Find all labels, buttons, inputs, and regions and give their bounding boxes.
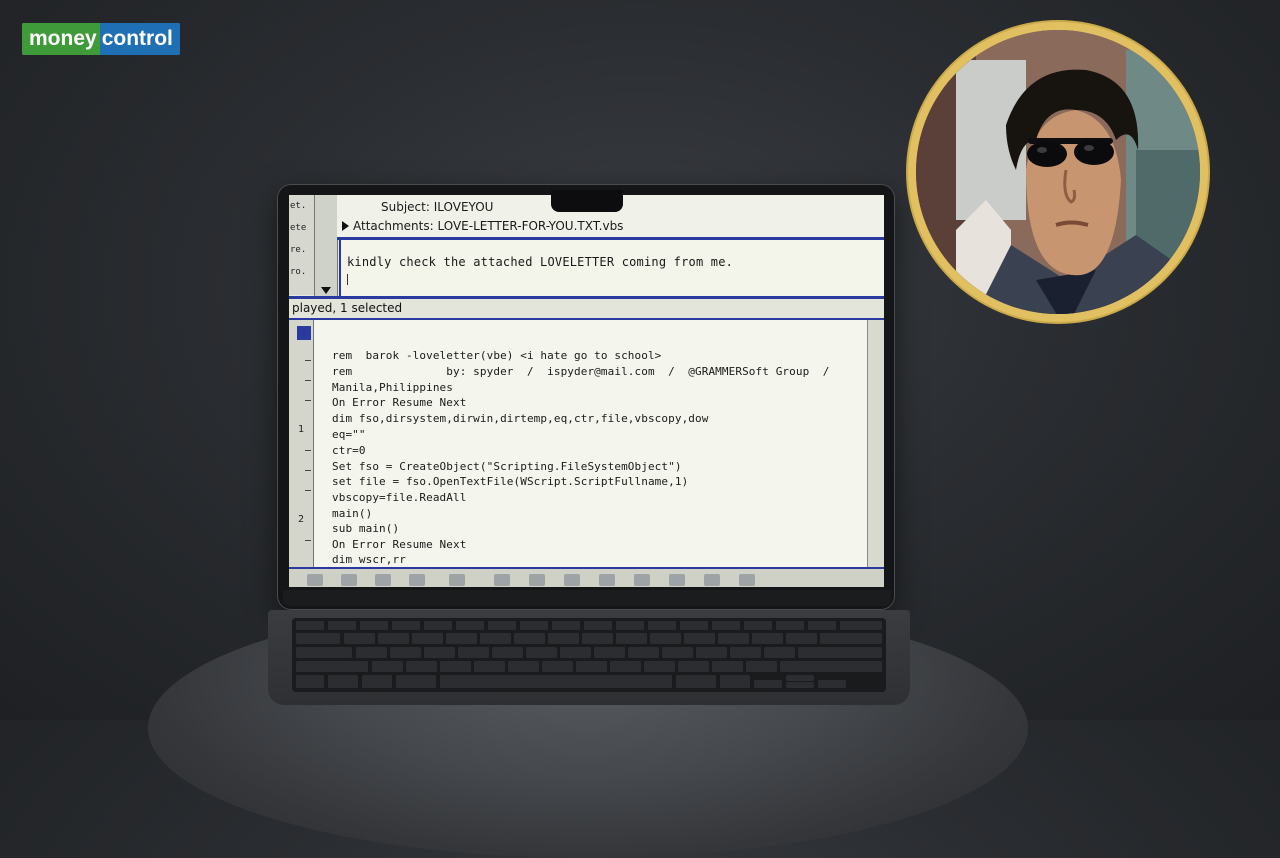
code-line: dim fso,dirsystem,dirwin,dirtemp,eq,ctr,… <box>332 412 709 425</box>
ruler-tick <box>305 490 311 491</box>
code-line: rem barok -loveletter(vbe) <i hate go to… <box>332 349 662 362</box>
ruler-tick <box>305 380 311 381</box>
scroll-down-arrow-icon[interactable] <box>321 287 331 294</box>
subject-label: Subject: <box>381 200 430 214</box>
message-list-strip: et. ete re. ro. <box>289 195 316 295</box>
email-body-text: kindly check the attached LOVELETTER com… <box>347 255 734 269</box>
subject-value: ILOVEYOU <box>433 200 494 214</box>
code-line: ctr=0 <box>332 444 366 457</box>
toolbar-icon[interactable] <box>307 574 323 586</box>
attachments-line[interactable]: Attachments: LOVE-LETTER-FOR-YOU.TXT.vbs <box>342 219 623 233</box>
list-item[interactable]: re. <box>289 239 315 261</box>
moneycontrol-logo: money control <box>22 22 180 56</box>
disclosure-triangle-icon[interactable] <box>342 221 349 231</box>
toolbar-icon[interactable] <box>669 574 685 586</box>
code-line: main() <box>332 507 373 520</box>
code-line: Manila,Philippines <box>332 381 454 394</box>
code-line: vbscopy=file.ReadAll <box>332 491 467 504</box>
code-line: sub main() <box>332 522 400 535</box>
toolbar-icon[interactable] <box>341 574 357 586</box>
attachments-label: Attachments: <box>353 219 434 233</box>
bottom-toolbar <box>289 567 884 587</box>
code-line: dim wscr,rr <box>332 553 406 566</box>
toolbar-icon[interactable] <box>739 574 755 586</box>
code-scrollbar[interactable] <box>867 320 884 567</box>
toolbar-icon[interactable] <box>634 574 650 586</box>
message-list-scrollbar[interactable] <box>314 195 338 296</box>
ruler-marker <box>297 326 311 340</box>
logo-part-control: control <box>99 23 180 55</box>
code-line: Set fso = CreateObject("Scripting.FileSy… <box>332 460 682 473</box>
ruler-tick <box>305 360 311 361</box>
status-bar: played, 1 selected <box>289 299 884 320</box>
toolbar-icon[interactable] <box>529 574 545 586</box>
camera-notch <box>551 190 623 212</box>
code-line: On Error Resume Next <box>332 396 467 409</box>
code-line: rem by: spyder / ispyder@mail.com / @GRA… <box>332 365 830 378</box>
person-illustration <box>916 30 1200 314</box>
email-body[interactable]: kindly check the attached LOVELETTER com… <box>339 240 884 296</box>
keyboard <box>292 618 886 692</box>
toolbar-icon[interactable] <box>449 574 465 586</box>
ruler-tick <box>305 400 311 401</box>
line-ruler: 1 2 <box>289 320 314 567</box>
code-line: eq="" <box>332 428 366 441</box>
ruler-tick <box>305 450 311 451</box>
list-item[interactable]: ete <box>289 217 315 239</box>
ruler-tick <box>305 540 311 541</box>
toolbar-icon[interactable] <box>704 574 720 586</box>
toolbar-icon[interactable] <box>564 574 580 586</box>
ruler-tick <box>305 470 311 471</box>
toolbar-icon[interactable] <box>599 574 615 586</box>
laptop-screen: et. ete re. ro. Subject: ILOVEYOU Attach… <box>289 195 884 587</box>
ruler-number: 2 <box>298 514 305 525</box>
toolbar-icon[interactable] <box>409 574 425 586</box>
logo-part-money: money <box>22 23 100 55</box>
ruler-number: 1 <box>298 424 305 435</box>
subject-line: Subject: ILOVEYOU <box>381 200 493 214</box>
toolbar-icon[interactable] <box>494 574 510 586</box>
code-line: On Error Resume Next <box>332 538 467 551</box>
toolbar-icon[interactable] <box>375 574 391 586</box>
laptop-chin <box>283 590 891 606</box>
list-item[interactable]: et. <box>289 195 315 217</box>
portrait-photo <box>916 30 1200 314</box>
text-caret <box>347 274 348 285</box>
list-item[interactable]: ro. <box>289 261 315 283</box>
code-line: set file = fso.OpenTextFile(WScript.Scri… <box>332 475 689 488</box>
code-editor[interactable]: rem barok -loveletter(vbe) <i hate go to… <box>314 320 868 567</box>
attachment-filename[interactable]: LOVE-LETTER-FOR-YOU.TXT.vbs <box>437 219 623 233</box>
keyboard-keys <box>296 621 882 688</box>
